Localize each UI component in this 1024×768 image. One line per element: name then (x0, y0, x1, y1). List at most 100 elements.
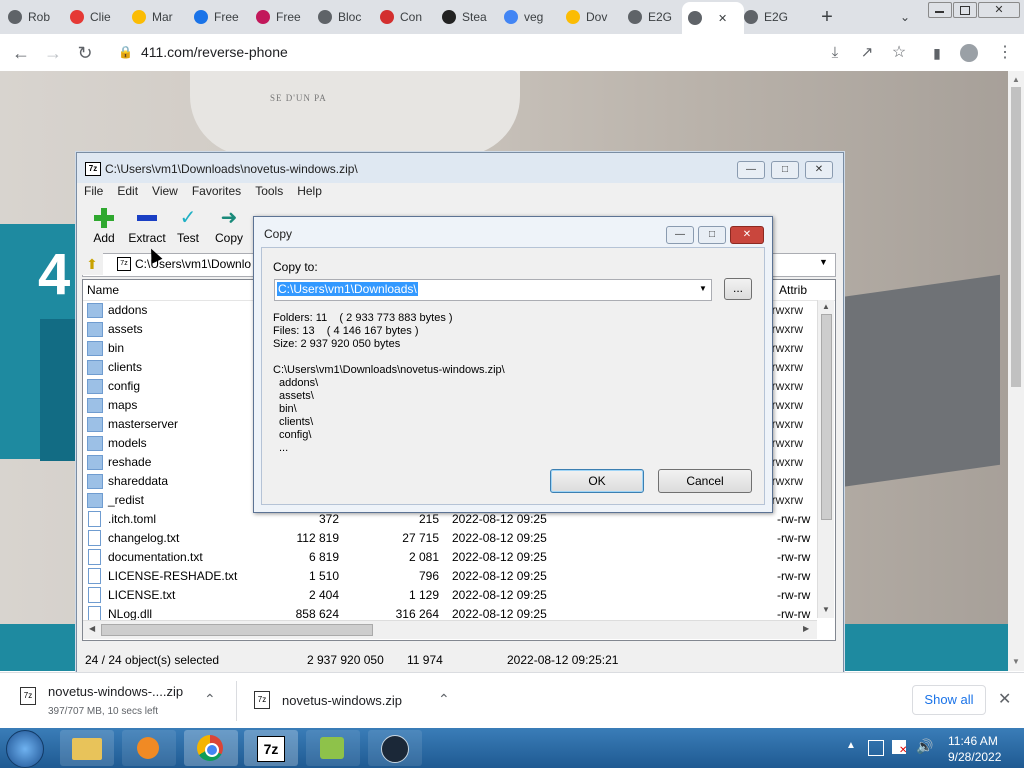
add-button[interactable]: Add (89, 207, 119, 245)
browser-tab[interactable]: Stea (442, 4, 498, 30)
file-row[interactable]: changelog.txt 112 819 27 715 2022-08-12 09:… (83, 529, 818, 548)
folder-icon (87, 303, 103, 318)
taskbar-explorer-icon[interactable] (60, 730, 114, 766)
menu-favorites[interactable]: Favorites (185, 183, 248, 203)
list-hscroll-thumb[interactable] (101, 624, 373, 636)
download-item-1-chevron-icon[interactable]: ⌃ (204, 691, 216, 708)
menu-edit[interactable]: Edit (110, 183, 145, 203)
destination-dropdown-icon[interactable]: ▼ (699, 284, 707, 293)
clock-time[interactable]: 11:46 AM (948, 734, 998, 748)
list-vscrollbar[interactable]: ▲ ▼ (817, 300, 834, 618)
7zip-status-bar: 24 / 24 object(s) selected 2 937 920 050… (77, 649, 843, 671)
test-button[interactable]: ✓ Test (173, 207, 203, 245)
show-hidden-icons-icon[interactable]: ▲ (846, 740, 856, 751)
7zip-close-button[interactable]: ✕ (805, 161, 833, 179)
list-vscroll-thumb[interactable] (821, 314, 832, 520)
menu-view[interactable]: View (145, 183, 185, 203)
show-all-button[interactable]: Show all (912, 685, 986, 715)
taskbar-7zip-icon[interactable]: 7z (244, 730, 298, 766)
list-hscrollbar[interactable]: ◀ ▶ (83, 620, 817, 639)
page-scrollbar[interactable]: ▲ ▼ (1008, 71, 1024, 671)
taskbar-chrome-icon[interactable] (184, 730, 238, 766)
7zip-title-bar[interactable]: 7z C:\Users\vm1\Downloads\novetus-window… (77, 153, 843, 183)
copy-dialog-close-button[interactable]: ✕ (730, 226, 764, 244)
column-attrib[interactable]: Attrib (779, 283, 807, 297)
action-center-icon[interactable]: ✕ (892, 740, 907, 756)
file-row[interactable]: LICENSE-RESHADE.txt 1 510 796 2022-08-12 09… (83, 567, 818, 586)
volume-icon[interactable]: 🔊 (916, 738, 933, 755)
extract-button[interactable]: Extract (127, 207, 167, 245)
cancel-button[interactable]: Cancel (658, 469, 752, 493)
taskbar-steam-icon[interactable] (368, 730, 422, 766)
profile-avatar[interactable] (960, 44, 978, 62)
browser-tab-label: Free (214, 10, 239, 24)
copy-dialog-minimize-button[interactable]: — (666, 226, 694, 244)
browser-tab[interactable]: Mar (132, 4, 188, 30)
omnibox[interactable]: 🔒 411.com/reverse-phone (108, 38, 818, 66)
shirt-print: SE D'UN PA (270, 93, 327, 103)
url-text[interactable]: 411.com/reverse-phone (141, 44, 288, 60)
browser-tab[interactable]: Free (194, 4, 250, 30)
copy-destination-input[interactable]: C:\Users\vm1\Downloads\ (277, 282, 418, 296)
list-scroll-down-arrow[interactable]: ▼ (822, 605, 830, 614)
close-browser-button[interactable]: ✕ (978, 2, 1020, 18)
menu-tools[interactable]: Tools (248, 183, 290, 203)
network-tray-icon[interactable] (868, 740, 884, 756)
minimize-browser-button[interactable] (928, 2, 952, 18)
more-menu-icon[interactable]: ⋮ (994, 42, 1016, 64)
start-button[interactable] (6, 730, 44, 768)
download-item-1[interactable]: 7z novetus-windows-....zip 397/707 MB, 1… (8, 679, 230, 723)
browser-tab[interactable]: Clie (70, 4, 126, 30)
browser-tab[interactable]: Dov (566, 4, 622, 30)
clock-date[interactable]: 9/28/2022 (948, 750, 1001, 764)
taskbar-media-player-icon[interactable] (122, 730, 176, 766)
file-row[interactable]: LICENSE.txt 2 404 1 129 2022-08-12 09:25 -rw… (83, 586, 818, 605)
taskbar-network-app-icon[interactable] (306, 730, 360, 766)
side-panel-icon[interactable]: ▮ (926, 42, 948, 64)
file-row[interactable]: documentation.txt 6 819 2 081 2022-08-12 09… (83, 548, 818, 567)
new-tab-button[interactable]: + (816, 6, 838, 28)
file-packed: 27 715 (402, 531, 439, 545)
copy-destination-combobox[interactable]: C:\Users\vm1\Downloads\ ▼ (274, 279, 712, 301)
browser-tab[interactable]: veg (504, 4, 560, 30)
folder-name: addons (108, 303, 148, 317)
install-app-icon[interactable]: ⤓ (824, 42, 846, 64)
page-scroll-down-arrow[interactable]: ▼ (1012, 657, 1020, 666)
share-icon[interactable]: ↗ (856, 42, 878, 64)
page-scrollbar-thumb[interactable] (1011, 87, 1021, 387)
copy-dialog-maximize-button[interactable]: □ (698, 226, 726, 244)
column-name[interactable]: Name (87, 283, 119, 297)
menu-file[interactable]: File (77, 183, 110, 203)
list-scroll-right-arrow[interactable]: ▶ (803, 624, 809, 633)
back-arrow-icon[interactable]: ← (10, 42, 32, 64)
browser-tab[interactable]: Rob (8, 4, 64, 30)
browser-tab[interactable]: Bloc (318, 4, 374, 30)
7zip-minimize-button[interactable]: — (737, 161, 765, 179)
close-downloads-icon[interactable]: ✕ (998, 689, 1011, 709)
list-scroll-up-arrow[interactable]: ▲ (822, 302, 830, 311)
copy-button[interactable]: ➜ Copy (213, 207, 245, 245)
close-tab-icon[interactable]: ✕ (718, 12, 727, 25)
folder-up-icon[interactable]: ⬆ (81, 253, 103, 275)
browser-tab[interactable]: Con (380, 4, 436, 30)
ok-button[interactable]: OK (550, 469, 644, 493)
download-item-2[interactable]: 7z novetus-windows.zip ⌃ (246, 679, 466, 723)
bookmark-star-icon[interactable]: ☆ (888, 42, 910, 64)
browser-tab[interactable]: E2G (744, 4, 800, 30)
forward-arrow-icon[interactable]: → (42, 42, 64, 64)
restore-browser-button[interactable] (953, 2, 977, 18)
browse-button[interactable]: ... (724, 278, 752, 300)
7zip-maximize-button[interactable]: □ (771, 161, 799, 179)
file-size: 372 (318, 512, 339, 526)
browser-tab[interactable]: E2G (628, 4, 684, 30)
download-item-2-chevron-icon[interactable]: ⌃ (438, 691, 450, 708)
reload-icon[interactable]: ↻ (74, 42, 96, 64)
tab-search-icon[interactable]: ⌄ (896, 8, 914, 26)
browser-tab[interactable]: Free (256, 4, 312, 30)
list-scroll-left-arrow[interactable]: ◀ (89, 624, 95, 633)
path-dropdown-icon[interactable]: ▼ (819, 257, 828, 267)
browser-tab[interactable]: ✕ (682, 2, 744, 34)
source-path: C:\Users\vm1\Downloads\novetus-windows.z… (273, 364, 505, 376)
page-scroll-up-arrow[interactable]: ▲ (1012, 75, 1020, 84)
menu-help[interactable]: Help (290, 183, 329, 203)
